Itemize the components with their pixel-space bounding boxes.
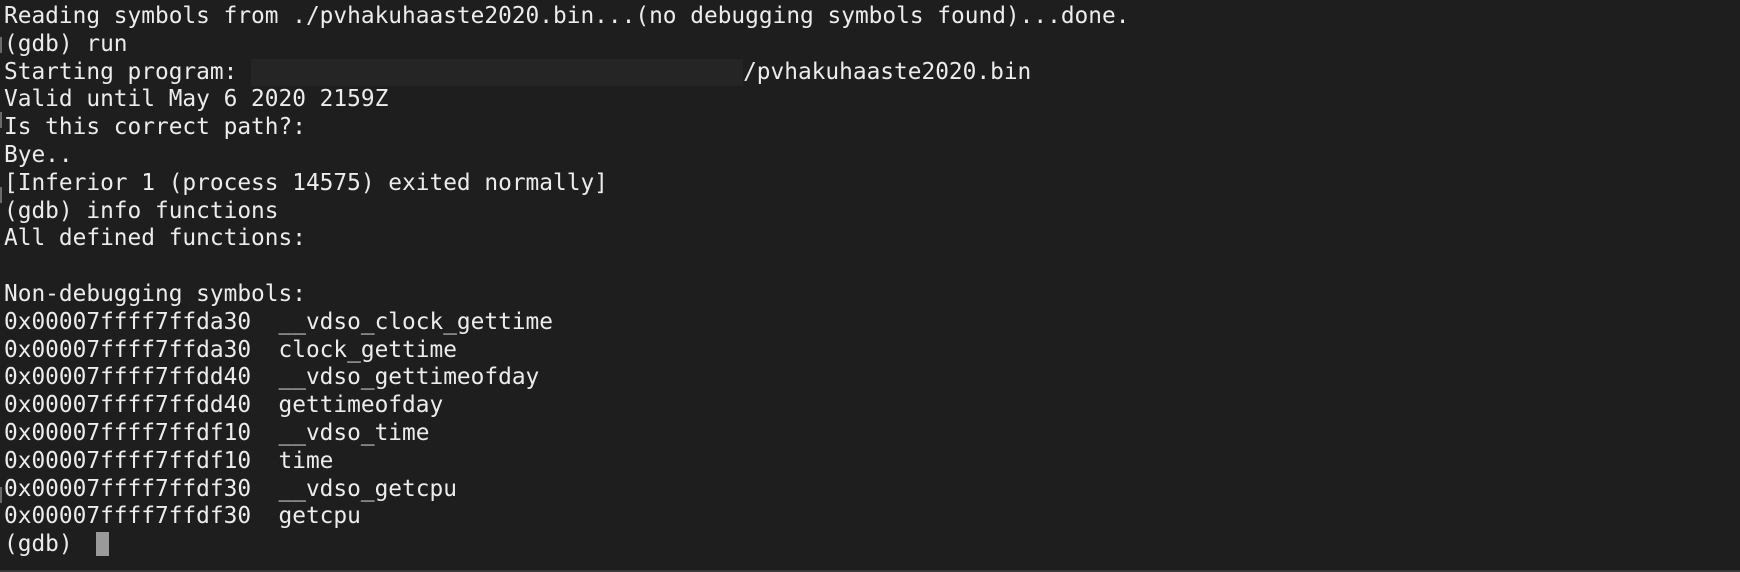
output-line: (gdb) run [4,30,128,57]
gdb-prompt: (gdb) [4,531,87,558]
output-line: Valid until May 6 2020 2159Z [4,86,389,113]
output-line: Is this correct path?: [4,114,306,141]
terminal-output: Reading symbols from ./pvhakuhaaste2020.… [4,3,1129,559]
output-line: 0x00007ffff7ffda30 __vdso_clock_gettime [4,308,553,335]
terminal-window[interactable]: Reading symbols from ./pvhakuhaaste2020.… [0,0,1740,572]
line-marker [0,112,2,128]
line-marker [0,37,2,53]
output-line: Bye.. [4,141,73,168]
output-line: 0x00007ffff7ffdf10 time [4,447,334,474]
output-line: 0x00007ffff7ffdf30 __vdso_getcpu [4,475,457,502]
output-line: 0x00007ffff7ffdf30 getcpu [4,503,361,530]
output-line: All defined functions: [4,225,306,252]
program-path-suffix: /pvhakuhaaste2020.bin [743,58,1032,85]
line-marker [0,487,2,503]
redacted-path-block [251,58,744,86]
output-line: Reading symbols from ./pvhakuhaaste2020.… [4,3,1130,29]
output-line-starting-program: Starting program: /pvhakuhaaste2020.bin [4,58,1129,87]
output-line: [Inferior 1 (process 14575) exited norma… [4,169,608,196]
output-line: 0x00007ffff7ffdd40 __vdso_gettimeofday [4,364,540,391]
output-line: 0x00007ffff7ffdf10 __vdso_time [4,419,430,446]
output-line: (gdb) info functions [4,197,279,224]
prompt-line[interactable]: (gdb) [4,531,1129,559]
output-text: Starting program: [4,58,252,85]
output-line: Non-debugging symbols: [4,280,306,307]
line-marker [0,187,2,203]
output-line: 0x00007ffff7ffda30 clock_gettime [4,336,457,363]
text-cursor [96,532,110,557]
output-line: 0x00007ffff7ffdd40 gettimeofday [4,392,444,419]
